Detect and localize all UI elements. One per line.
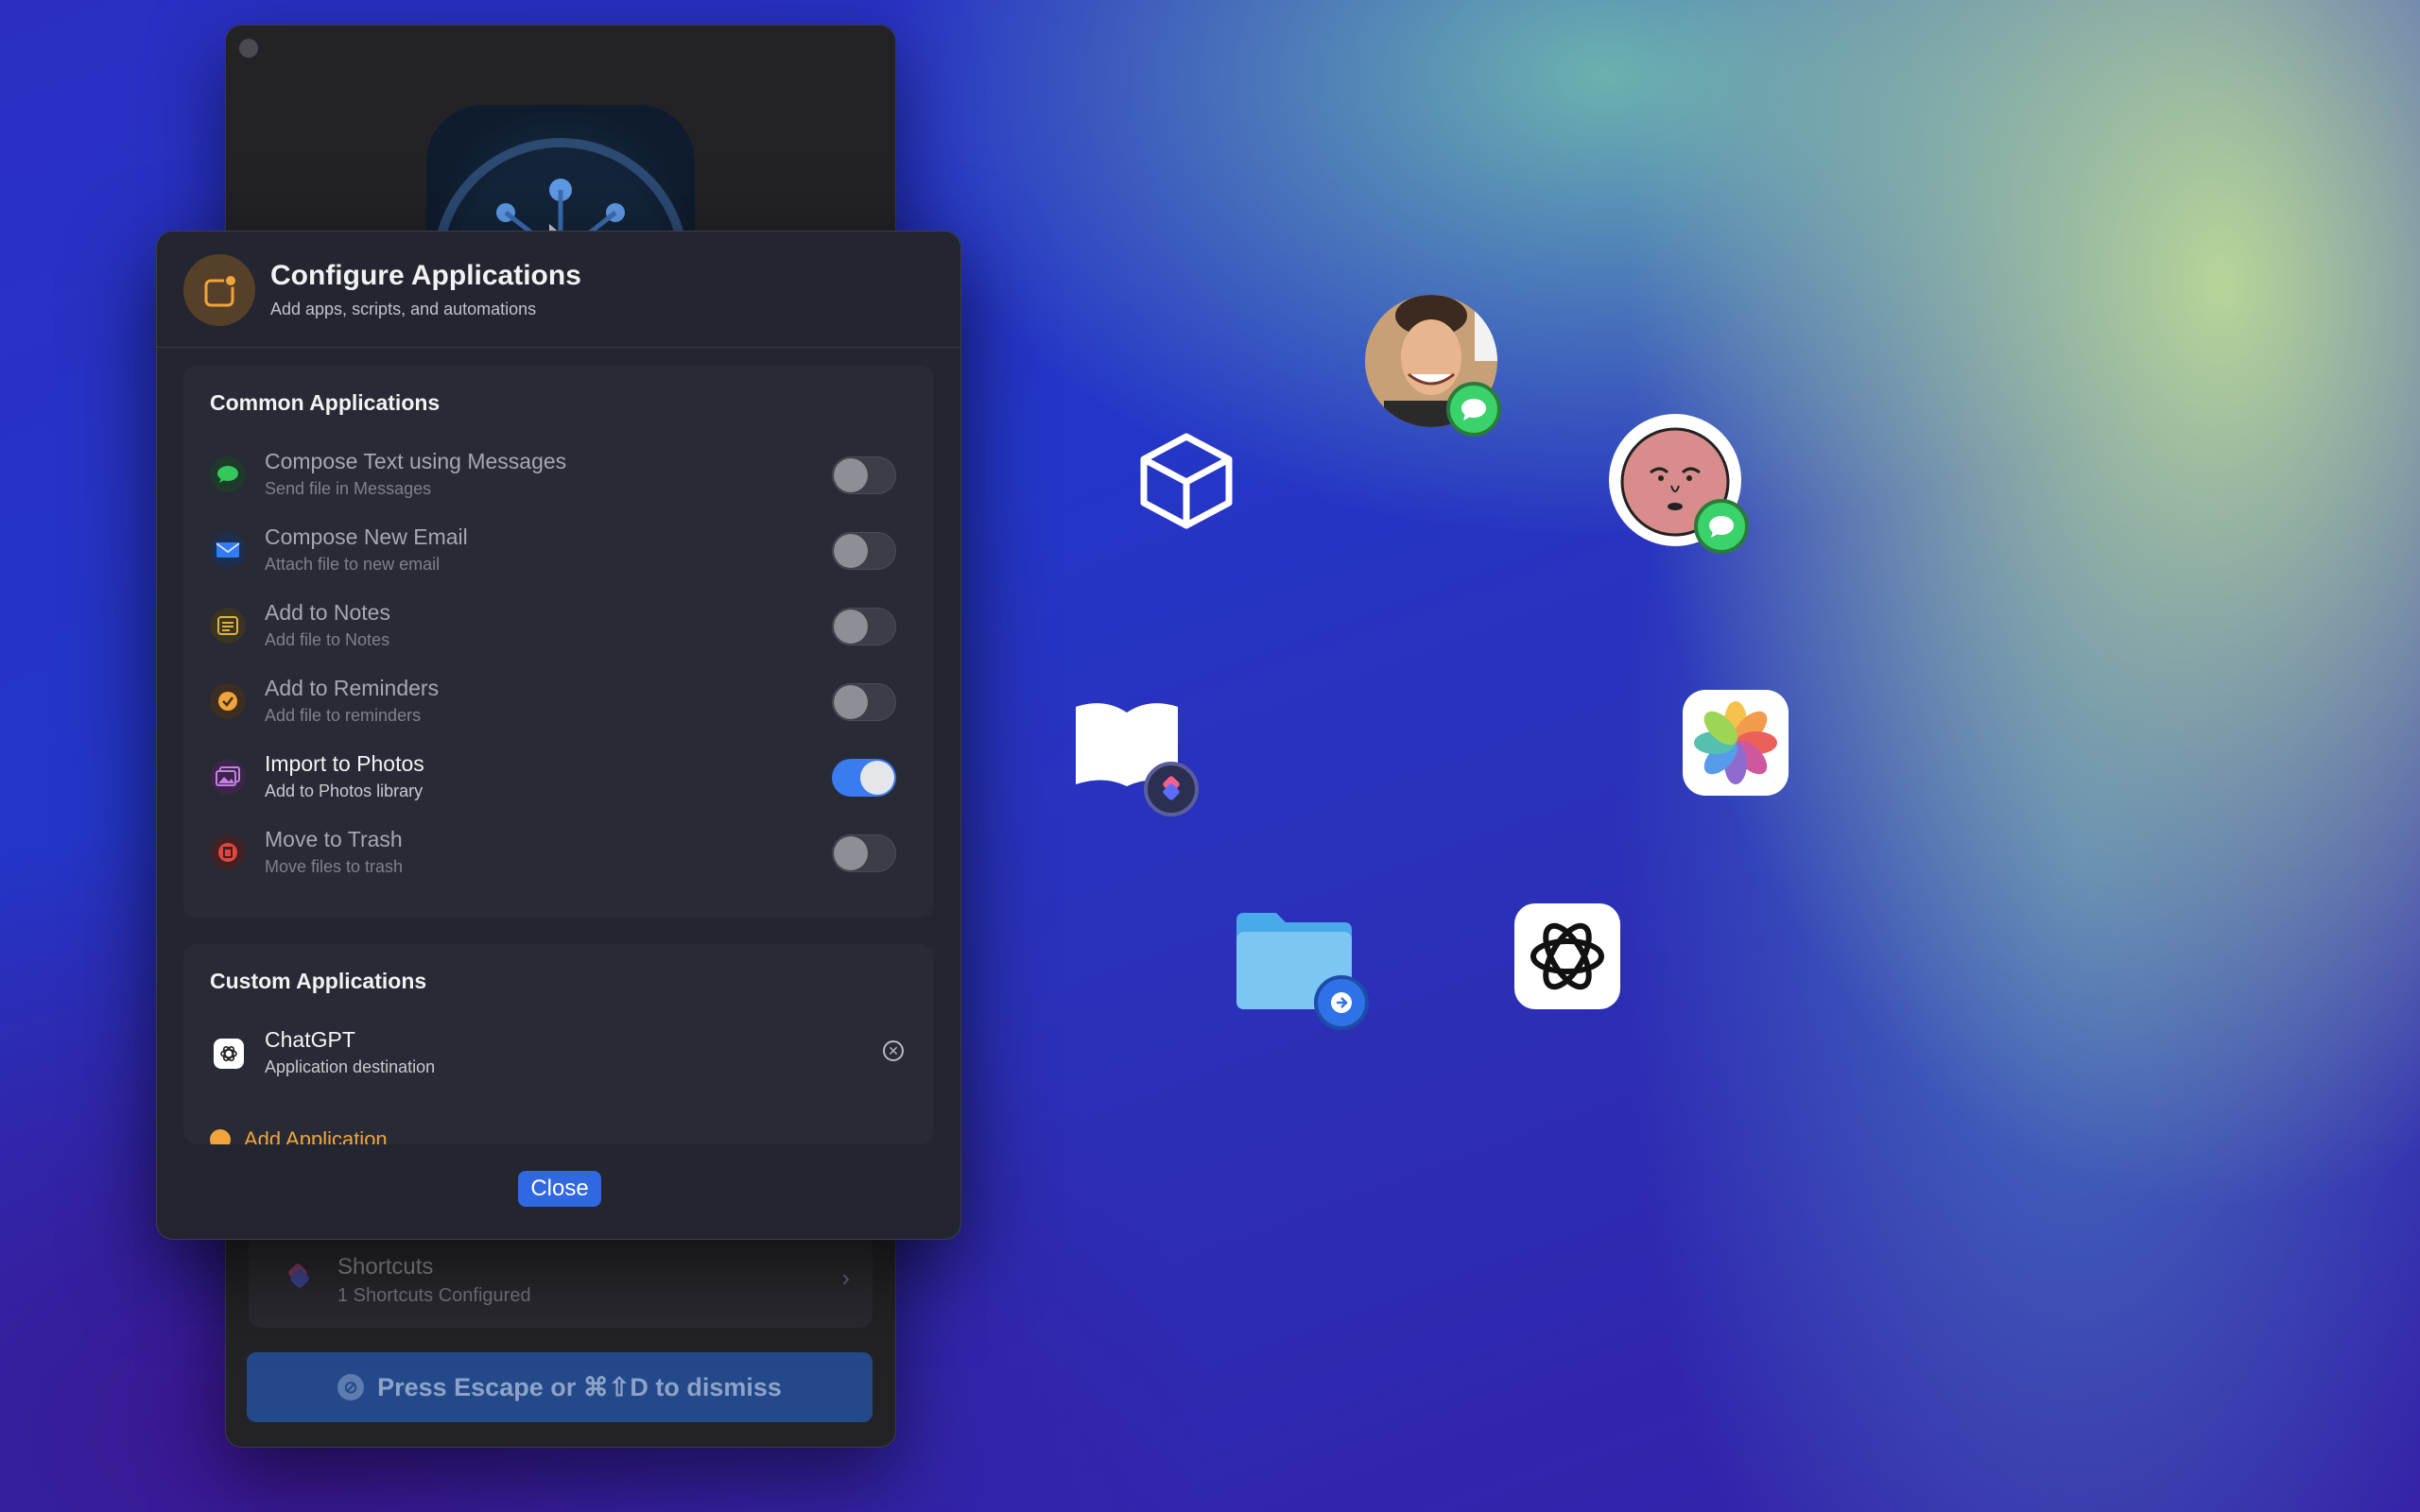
messages-icon: [210, 456, 246, 492]
item-title: Add to Notes: [265, 600, 390, 625]
item-title: Import to Photos: [265, 751, 424, 776]
list-item-reminders: Add to Reminders Add file to reminders: [183, 668, 934, 744]
remove-icon[interactable]: ✕: [883, 1040, 904, 1061]
custom-applications-section: Custom Applications ChatGPT Application …: [183, 944, 934, 1144]
section-title: Custom Applications: [210, 969, 427, 993]
dialog-header: Configure Applications Add apps, scripts…: [157, 232, 960, 348]
package-icon[interactable]: [1134, 427, 1238, 531]
plus-icon: [210, 1129, 231, 1144]
item-title: Compose Text using Messages: [265, 449, 567, 473]
item-subtitle: Application destination: [265, 1057, 436, 1076]
toggle-switch[interactable]: [832, 834, 896, 872]
photos-icon: [210, 759, 246, 795]
item-title: Compose New Email: [265, 524, 468, 549]
chatgpt-app-icon[interactable]: [1514, 903, 1620, 1009]
shortcuts-row[interactable]: Shortcuts 1 Shortcuts Configured ›: [249, 1233, 873, 1328]
item-subtitle: Add to Photos library: [265, 782, 424, 800]
shortcuts-badge-icon: [1144, 762, 1199, 816]
item-subtitle: Add file to reminders: [265, 706, 422, 725]
dismiss-label: Press Escape or ⌘⇧D to dismiss: [377, 1372, 782, 1401]
messages-badge-icon: [1694, 499, 1749, 554]
dismiss-icon: ⊘: [337, 1374, 365, 1400]
list-item-notes: Add to Notes Add file to Notes: [183, 593, 934, 668]
common-applications-section: Common Applications Compose Text using M…: [183, 366, 934, 918]
notes-icon: [210, 608, 246, 644]
shortcuts-subtitle: 1 Shortcuts Configured: [337, 1285, 531, 1306]
mail-icon: [210, 532, 246, 568]
arrow-right-badge-icon: [1314, 975, 1369, 1030]
chatgpt-icon: [214, 1039, 244, 1069]
item-title: Add to Reminders: [265, 676, 440, 700]
list-item-messages: Compose Text using Messages Send file in…: [183, 441, 934, 517]
window-close-dot[interactable]: [239, 39, 258, 58]
toggle-switch[interactable]: [832, 532, 896, 570]
list-item-email: Compose New Email Attach file to new ema…: [183, 517, 934, 593]
messages-badge-icon: [1446, 382, 1501, 437]
shortcuts-icon: [286, 1263, 311, 1288]
list-item-chatgpt: ChatGPT Application destination ✕: [183, 1020, 934, 1095]
add-application-label: Add Application: [244, 1127, 388, 1144]
toggle-switch[interactable]: [832, 608, 896, 645]
toggle-switch[interactable]: [832, 759, 896, 797]
item-subtitle: Attach file to new email: [265, 555, 441, 574]
toggle-switch[interactable]: [832, 456, 896, 494]
dialog-title: Configure Applications: [270, 260, 581, 291]
dismiss-button[interactable]: ⊘ Press Escape or ⌘⇧D to dismiss: [247, 1352, 873, 1422]
photos-app-icon[interactable]: [1683, 690, 1789, 796]
configure-applications-dialog: Configure Applications Add apps, scripts…: [156, 231, 961, 1240]
item-title: ChatGPT: [265, 1027, 355, 1052]
shortcuts-title: Shortcuts: [337, 1254, 434, 1280]
reminders-icon: [210, 683, 246, 719]
add-application-button[interactable]: Add Application: [210, 1127, 388, 1144]
dialog-subtitle: Add apps, scripts, and automations: [270, 300, 537, 318]
item-title: Move to Trash: [265, 827, 403, 851]
section-title: Common Applications: [210, 390, 441, 415]
item-subtitle: Send file in Messages: [265, 479, 432, 498]
list-item-trash: Move to Trash Move files to trash: [183, 819, 934, 895]
item-subtitle: Add file to Notes: [265, 630, 390, 649]
chevron-right-icon: ›: [841, 1263, 850, 1292]
toggle-switch[interactable]: [832, 683, 896, 721]
list-item-photos: Import to Photos Add to Photos library: [183, 744, 934, 819]
close-button[interactable]: Close: [518, 1171, 601, 1207]
app-add-icon: [183, 254, 255, 326]
item-subtitle: Move files to trash: [265, 857, 404, 876]
trash-icon: [210, 834, 246, 870]
